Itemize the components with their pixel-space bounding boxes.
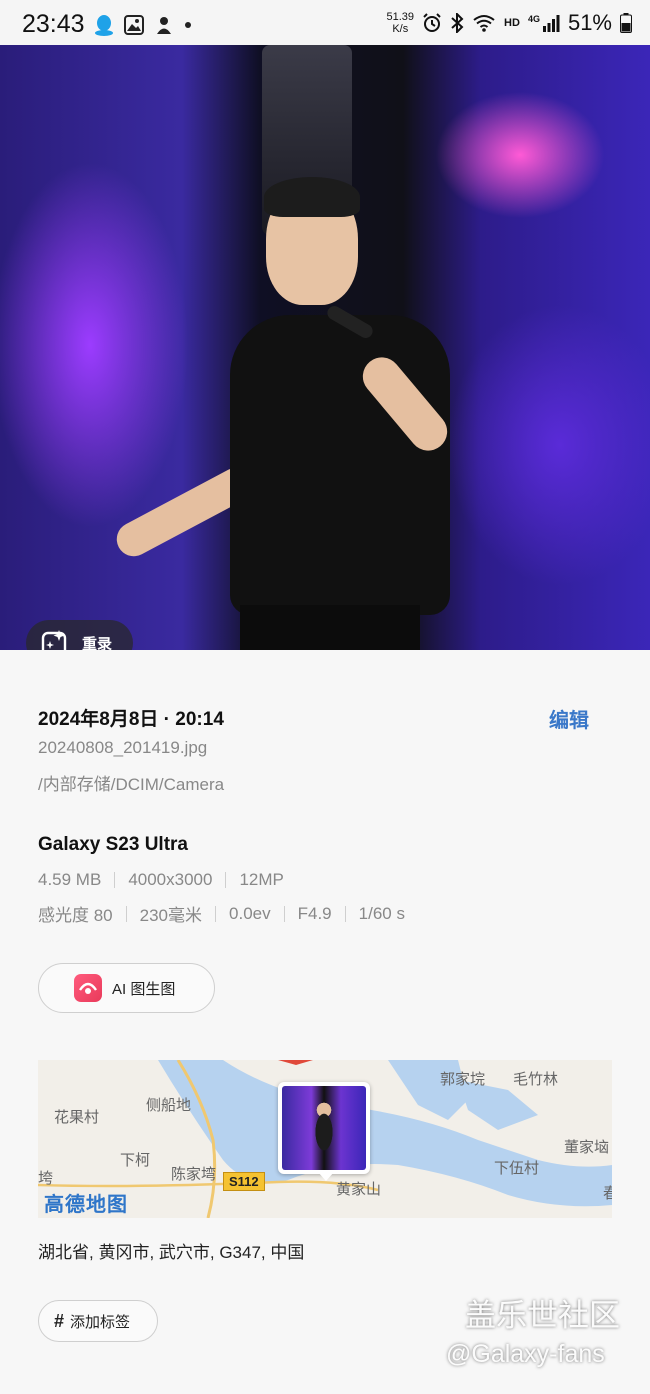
file-path: /内部存储/DCIM/Camera xyxy=(38,775,225,794)
map-marker-top xyxy=(278,1060,313,1065)
net-speed: 51.39 K/s xyxy=(387,11,415,35)
divider xyxy=(283,905,285,922)
net-speed-value: 51.39 xyxy=(386,11,415,23)
add-tag-label: 添加标签 xyxy=(70,1313,131,1331)
status-notification-icons xyxy=(94,14,192,36)
divider xyxy=(125,905,127,922)
map-label: 垮 xyxy=(38,1170,54,1187)
details-panel: 2024年8月8日 · 20:14 编辑 20240808_201419.jpg… xyxy=(0,650,650,1394)
performer-torso xyxy=(230,315,450,615)
wifi-icon xyxy=(473,15,495,32)
shutter-speed: 1/60 s xyxy=(358,903,405,923)
exposure-value: 0.0ev xyxy=(229,903,271,923)
status-time: 23:43 xyxy=(22,10,85,38)
qq-icon xyxy=(95,15,113,36)
map-label: 侧船地 xyxy=(146,1097,192,1114)
battery-percent: 51% xyxy=(567,10,612,35)
add-tag-button[interactable]: # 添加标签 xyxy=(38,1300,158,1342)
ai-app-icon xyxy=(74,974,102,1002)
divider xyxy=(344,905,346,922)
app-icon xyxy=(157,17,171,34)
gallery-icon xyxy=(124,15,144,35)
sparkle-image-icon xyxy=(41,630,67,650)
map-label: 毛竹林 xyxy=(513,1071,559,1088)
location-map[interactable]: 郭家垸 毛竹林 花果村 侧船地 董家垴 下柯 陈家塆 下伍村 垮 黄家山 春 S… xyxy=(38,1060,612,1218)
map-label: 春 xyxy=(603,1185,612,1202)
megapixels: 12MP xyxy=(239,870,284,889)
map-photo-pin[interactable] xyxy=(278,1082,370,1174)
location-address: 湖北省, 黄冈市, 武穴市, G347, 中国 xyxy=(38,1243,305,1262)
performer-legs xyxy=(240,605,420,650)
remaster-button[interactable]: 重录 xyxy=(26,620,133,650)
divider xyxy=(225,872,227,888)
device-model: Galaxy S23 Ultra xyxy=(38,834,188,855)
map-pin-tail xyxy=(318,1172,334,1181)
status-bar: 23:43 51.39 K/s HD 4G 51% xyxy=(0,0,650,45)
resolution: 4000x3000 xyxy=(128,870,213,889)
iso: 感光度 80 xyxy=(38,906,113,925)
ai-image-button[interactable]: AI 图生图 xyxy=(38,963,215,1013)
map-label: 郭家垸 xyxy=(440,1071,486,1088)
ai-image-label: AI 图生图 xyxy=(112,980,176,998)
watermark-community: 盖乐世社区 xyxy=(465,1298,620,1333)
photo-date: 2024年8月8日 · 20:14 xyxy=(38,709,224,730)
map-photo-thumbnail xyxy=(282,1086,366,1170)
watermark-handle: @Galaxy-fans xyxy=(446,1340,605,1368)
dot-icon xyxy=(185,22,191,28)
remaster-label: 重录 xyxy=(82,635,113,651)
net-speed-unit: K/s xyxy=(392,23,409,35)
signal-icon xyxy=(542,15,560,32)
map-label: 陈家塆 xyxy=(171,1166,217,1183)
road-sign: S112 xyxy=(223,1172,265,1191)
file-size: 4.59 MB xyxy=(38,870,102,889)
performer-hair xyxy=(264,177,360,217)
specs-row-1: 4.59 MB 4000x3000 12MP xyxy=(38,870,284,890)
map-label: 黄家山 xyxy=(336,1181,382,1198)
divider xyxy=(215,905,217,922)
photo-view[interactable]: 重录 xyxy=(0,45,650,650)
map-label: 下伍村 xyxy=(494,1160,540,1177)
alarm-icon xyxy=(423,13,441,32)
performer-figure xyxy=(110,177,455,650)
file-name: 20240808_201419.jpg xyxy=(38,738,208,757)
map-provider-logo: 高德地图 xyxy=(44,1194,128,1216)
map-label: 下柯 xyxy=(120,1152,151,1169)
focal-length: 230毫米 xyxy=(139,906,203,925)
divider xyxy=(114,872,116,888)
edit-button[interactable]: 编辑 xyxy=(549,704,589,733)
specs-row-2: 感光度 80 230毫米 0.0ev F4.9 1/60 s xyxy=(38,901,405,926)
map-label: 董家垴 xyxy=(564,1139,610,1156)
bluetooth-icon xyxy=(451,13,464,33)
battery-icon xyxy=(620,13,632,33)
aperture: F4.9 xyxy=(297,903,332,923)
hash-icon: # xyxy=(54,1310,65,1331)
signal-type-label: 4G xyxy=(527,14,540,24)
hd-label: HD xyxy=(504,17,520,29)
ai-app-glyph-icon xyxy=(79,982,97,994)
map-label: 花果村 xyxy=(54,1109,100,1126)
